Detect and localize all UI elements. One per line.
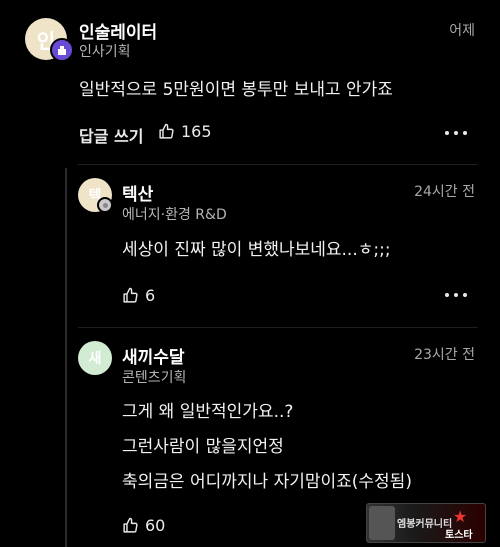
reply-time: 24시간 전 — [414, 184, 475, 200]
watermark-text: 엠봉커뮤니티 — [397, 519, 453, 530]
comment-text: 일반적으로 5만원이면 봉투만 보내고 안가죠 — [79, 80, 393, 100]
reply-button[interactable]: 답글 쓰기 — [79, 123, 143, 147]
thumbs-up-icon — [123, 287, 138, 303]
more-dots-icon[interactable] — [445, 293, 467, 297]
reply-text-line: 축의금은 어디까지나 자기맘이죠(수정됨) — [122, 472, 412, 492]
reply-dept: 콘텐츠기획 — [122, 370, 187, 386]
reply-text-line: 그런사람이 많을지언정 — [122, 437, 284, 457]
reply-time: 23시간 전 — [414, 347, 475, 363]
like-button[interactable]: 6 — [122, 286, 155, 305]
like-count: 165 — [181, 122, 212, 141]
avatar-initial: 새 — [88, 351, 102, 367]
company-badge-icon — [50, 38, 74, 62]
reply-author[interactable]: 새끼수달 — [122, 343, 185, 368]
comment-author[interactable]: 인술레이터 — [79, 18, 157, 43]
avatar[interactable]: 새 — [78, 341, 112, 375]
divider — [78, 164, 478, 165]
like-count: 60 — [145, 516, 166, 535]
more-dots-icon[interactable] — [445, 131, 467, 135]
watermark-logo: 엠봉커뮤니티 ★ 토스타 — [366, 503, 486, 543]
watermark-brand: 토스타 — [445, 530, 473, 541]
reply-text-line: 그게 왜 일반적인가요..? — [122, 402, 294, 422]
reply-author[interactable]: 텍산 — [122, 180, 153, 205]
comment-dept: 인사기획 — [79, 44, 131, 60]
divider — [78, 327, 478, 328]
reply-text: 세상이 진짜 많이 변했나보네요...ㅎ;;; — [122, 240, 391, 260]
star-icon: ★ — [453, 507, 468, 526]
reply-dept: 에너지·환경 R&D — [122, 207, 227, 223]
thumbs-up-icon — [159, 123, 174, 139]
comment-time: 어제 — [449, 23, 475, 39]
like-button[interactable]: 60 — [122, 516, 165, 535]
like-count: 6 — [145, 286, 156, 305]
verified-badge-icon — [97, 197, 113, 213]
like-button[interactable]: 165 — [158, 122, 212, 141]
soldier-image — [369, 506, 395, 540]
thread-line — [65, 168, 67, 547]
thumbs-up-icon — [123, 517, 138, 533]
